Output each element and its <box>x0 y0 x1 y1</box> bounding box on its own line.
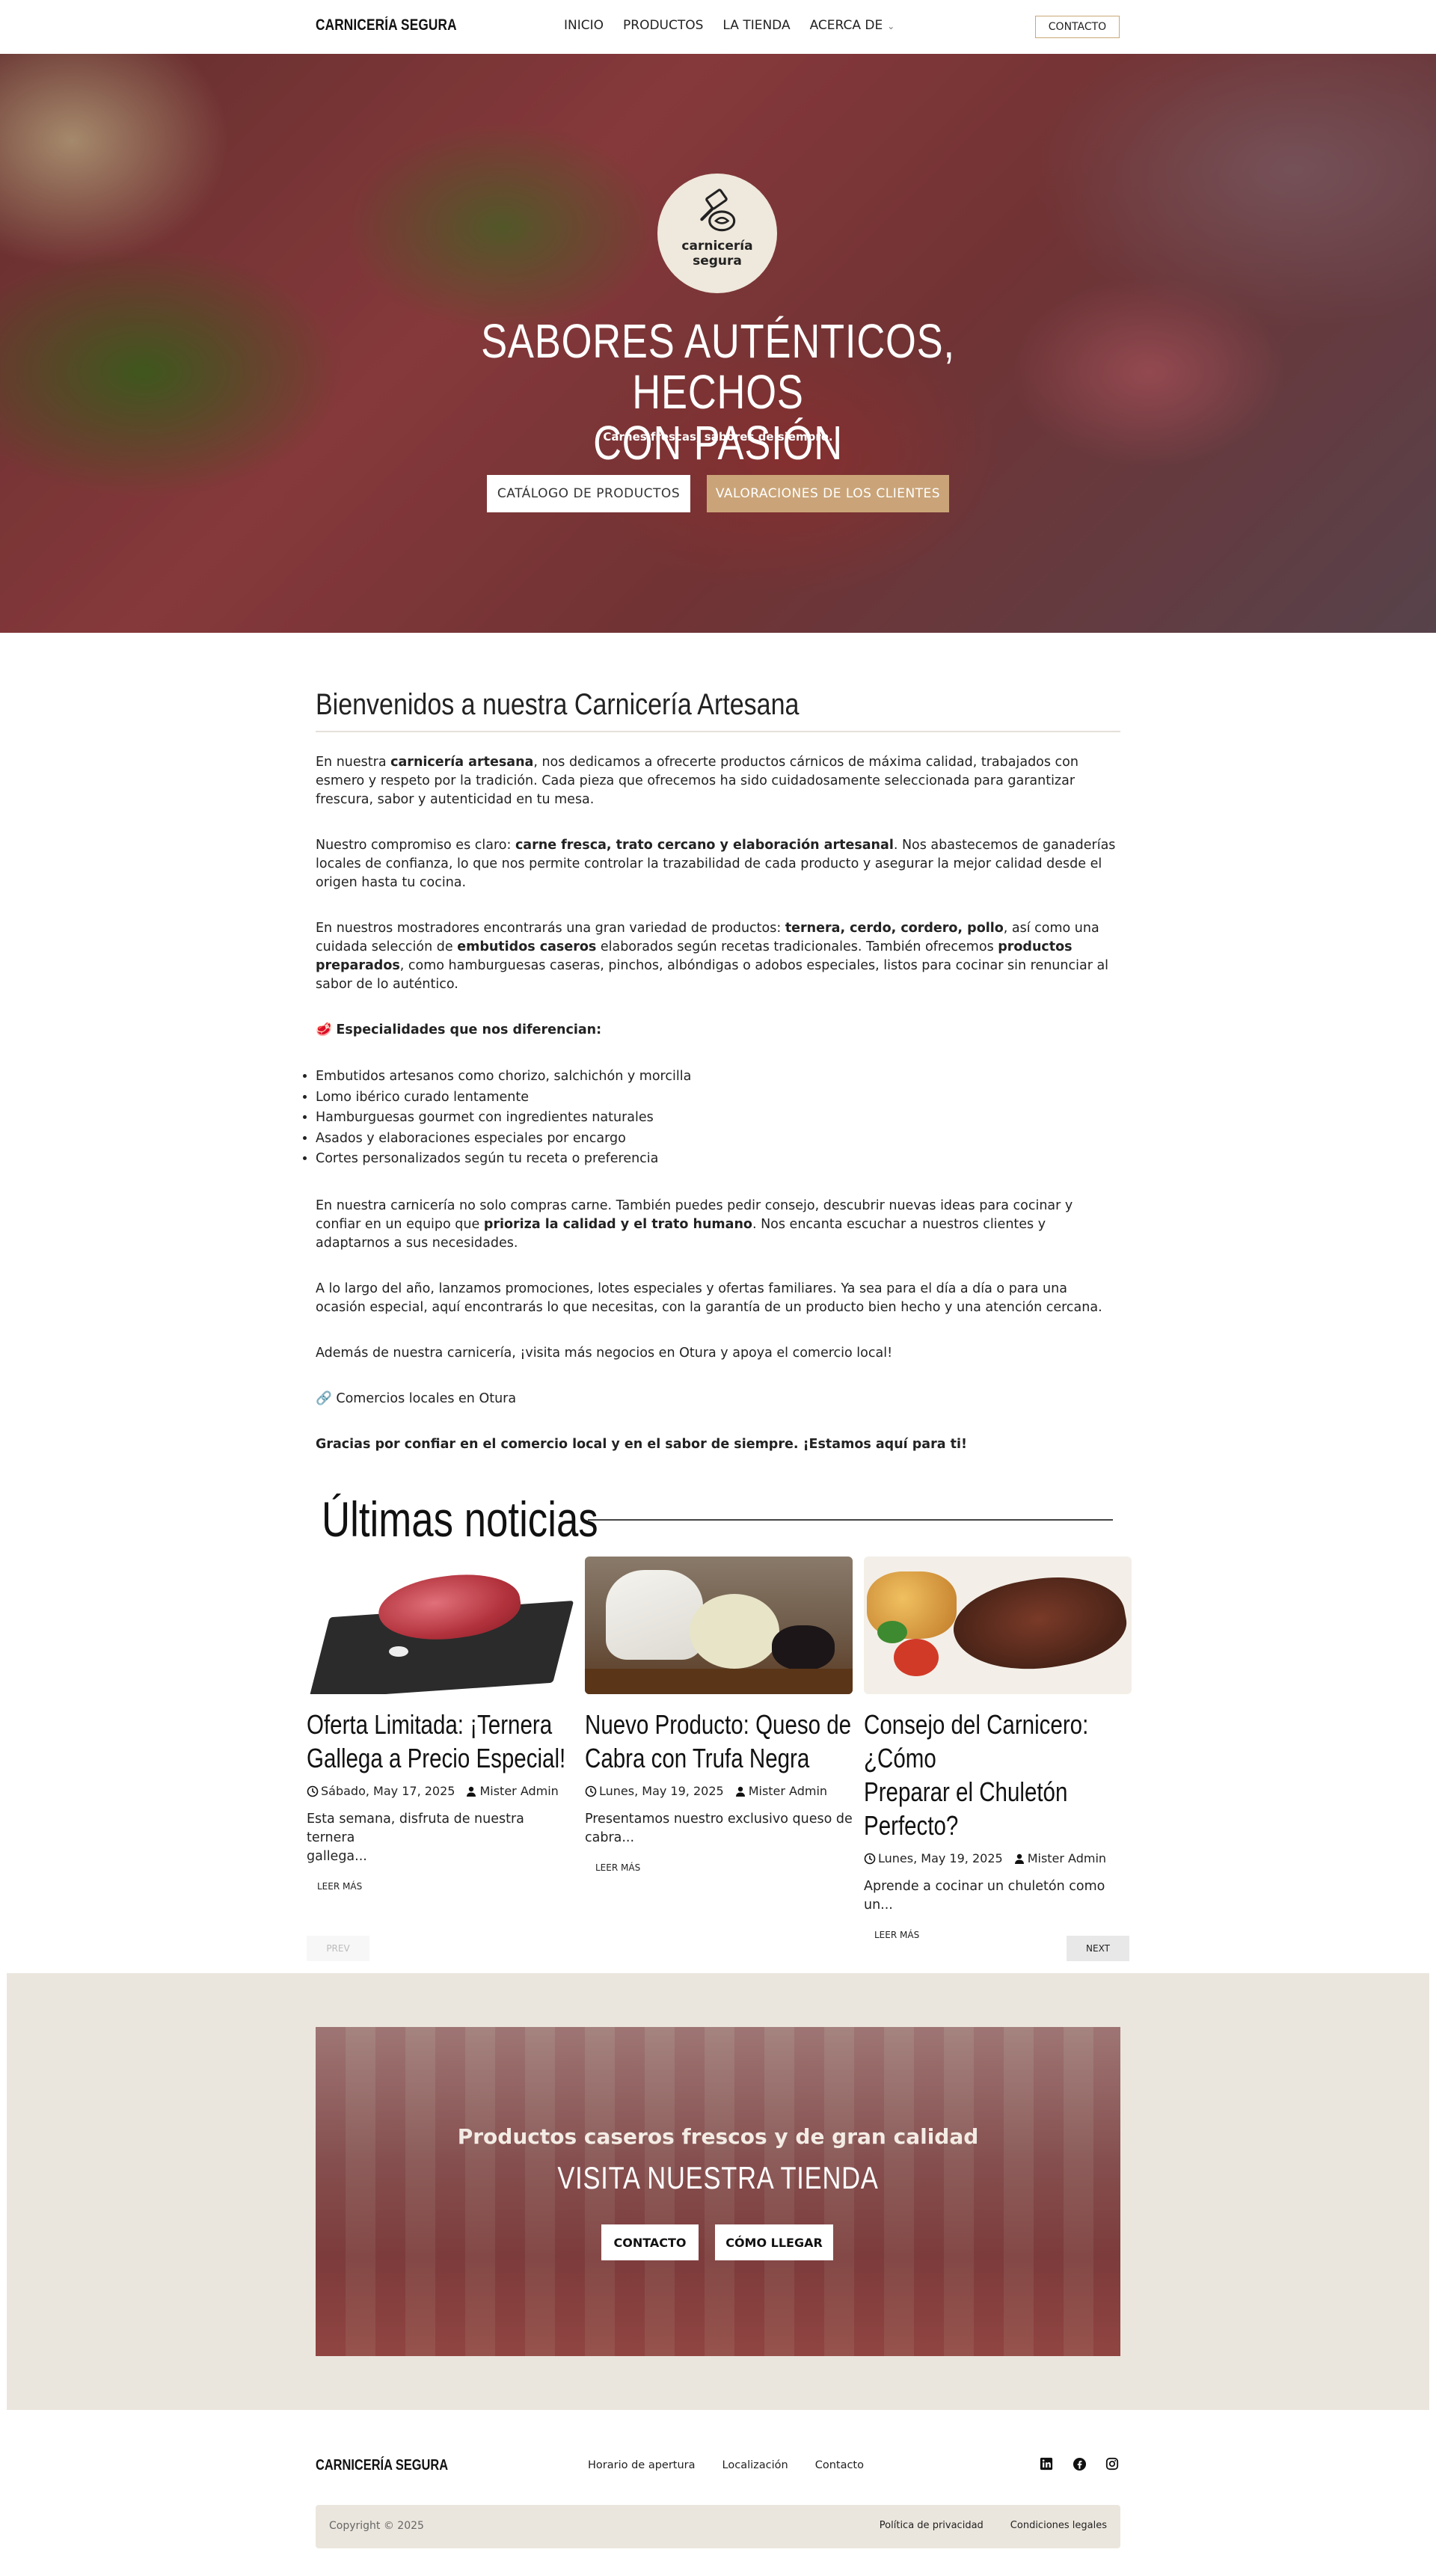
footer-link-hours[interactable]: Horario de apertura <box>588 2459 696 2471</box>
specialties-list: Embutidos artesanos como chorizo, salchi… <box>316 1067 1120 1170</box>
privacy-policy-link[interactable]: Política de privacidad <box>880 2520 984 2531</box>
link-icon: 🔗 <box>316 1390 332 1406</box>
clock-icon <box>864 1853 876 1865</box>
news-card-1[interactable]: Oferta Limitada: ¡Ternera Gallega a Preci… <box>307 1557 574 1896</box>
read-more-button[interactable]: LEER MÁS <box>585 1858 651 1877</box>
news-card-title[interactable]: Consejo del Carnicero: ¿Cómo Preparar el … <box>864 1708 1134 1842</box>
news-card-3[interactable]: Consejo del Carnicero: ¿Cómo Preparar el … <box>864 1557 1132 1945</box>
welcome-paragraph-1: En nuestra carnicería artesana, nos dedi… <box>316 755 1078 807</box>
hero-title: SABORES AUTÉNTICOS, HECHOS CON PASIÓN <box>473 316 963 468</box>
cleaver-meat-icon <box>700 188 736 232</box>
legal-links: Política de privacidad Condiciones legal… <box>880 2520 1107 2531</box>
copyright-text: Copyright © 2025 <box>329 2520 424 2532</box>
user-icon <box>467 1786 476 1797</box>
hero-banner: carnicería segura SABORES AUTÉNTICOS, HE… <box>0 54 1436 633</box>
facebook-icon[interactable] <box>1072 2456 1087 2471</box>
clock-icon <box>585 1785 597 1797</box>
footer-brand[interactable]: CARNICERÍA SEGURA <box>316 2457 448 2474</box>
site-header: CARNICERÍA SEGURA INICIO PRODUCTOS LA TI… <box>0 0 1436 54</box>
news-card-meta: Lunes, May 19, 2025 Mister Admin <box>864 1851 1132 1865</box>
list-item: Hamburguesas gourmet con ingredientes na… <box>316 1108 1120 1129</box>
read-more-button[interactable]: LEER MÁS <box>307 1877 373 1896</box>
news-card-excerpt: Aprende a cocinar un chuletón como un... <box>864 1879 1105 1913</box>
news-card-excerpt: Esta semana, disfruta de nuestra ternera… <box>307 1812 524 1864</box>
news-card-meta: Lunes, May 19, 2025 Mister Admin <box>585 1784 853 1798</box>
nav-productos[interactable]: PRODUCTOS <box>623 18 703 33</box>
brand-logo[interactable]: CARNICERÍA SEGURA <box>316 16 457 34</box>
read-more-button[interactable]: LEER MÁS <box>864 1925 930 1945</box>
nav-acerca-de[interactable]: ACERCA DE ⌄ <box>810 18 895 33</box>
news-card-date: Lunes, May 19, 2025 <box>878 1851 1003 1865</box>
news-card-date: Lunes, May 19, 2025 <box>599 1784 724 1798</box>
nav-inicio[interactable]: INICIO <box>564 18 604 33</box>
welcome-section: Bienvenidos a nuestra Carnicería Artesan… <box>316 688 1120 1481</box>
news-card-author: Mister Admin <box>479 1784 559 1798</box>
specialties-heading: 🥩 Especialidades que nos diferencian: <box>316 1022 602 1037</box>
news-card-2[interactable]: Nuevo Producto: Queso de Cabra con Trufa … <box>585 1557 853 1877</box>
main-nav: INICIO PRODUCTOS LA TIENDA ACERCA DE ⌄ <box>564 18 895 33</box>
cheese-image[interactable] <box>585 1557 853 1694</box>
welcome-divider <box>316 731 1120 732</box>
cta-banner: Productos caseros frescos y de gran cali… <box>316 2027 1120 2356</box>
news-card-author: Mister Admin <box>748 1784 828 1798</box>
news-card-meta: Sábado, May 17, 2025 Mister Admin <box>307 1784 574 1798</box>
nav-la-tienda[interactable]: LA TIENDA <box>722 18 790 33</box>
linkedin-icon[interactable] <box>1039 2456 1054 2471</box>
clock-icon <box>307 1785 319 1797</box>
catalog-button[interactable]: CATÁLOGO DE PRODUCTOS <box>487 475 690 512</box>
legal-terms-link[interactable]: Condiciones legales <box>1010 2520 1107 2531</box>
hero-subtitle: Carnes frescas, sabores de siempre. <box>603 430 833 444</box>
footer-nav: Horario de apertura Localización Contact… <box>588 2459 864 2471</box>
social-links <box>1039 2456 1120 2471</box>
hero-logo-line1: carnicería <box>681 239 753 254</box>
welcome-paragraph-6: Además de nuestra carnicería, ¡visita má… <box>316 1345 893 1361</box>
news-divider <box>588 1519 1113 1521</box>
header-contact-button[interactable]: CONTACTO <box>1035 16 1120 38</box>
nav-acerca-de-label: ACERCA DE <box>809 18 883 33</box>
hero-logo-line2: segura <box>693 254 742 269</box>
footer-link-location[interactable]: Localización <box>722 2459 788 2471</box>
user-icon <box>1014 1853 1024 1864</box>
cta-subtitle: Productos caseros frescos y de gran cali… <box>457 2124 979 2149</box>
news-card-author: Mister Admin <box>1027 1851 1107 1865</box>
list-item: Asados y elaboraciones especiales por en… <box>316 1129 1120 1150</box>
news-card-excerpt: Presentamos nuestro exclusivo queso de ca… <box>585 1812 853 1845</box>
cta-directions-button[interactable]: CÓMO LLEGAR <box>715 2224 833 2260</box>
welcome-paragraph-5: A lo largo del año, lanzamos promociones… <box>316 1281 1102 1315</box>
closing-text: Gracias por confiar en el comercio local… <box>316 1436 967 1452</box>
local-shops-link-row: 🔗 Comercios locales en Otura <box>316 1390 1120 1408</box>
news-card-title[interactable]: Nuevo Producto: Queso de Cabra con Trufa … <box>585 1708 855 1775</box>
list-item: Cortes personalizados según tu receta o … <box>316 1149 1120 1170</box>
welcome-paragraph-3: En nuestros mostradores encontrarás una … <box>316 921 1109 992</box>
news-card-date: Sábado, May 17, 2025 <box>321 1784 455 1798</box>
steak-image[interactable] <box>864 1557 1132 1694</box>
prev-page-button[interactable]: PREV <box>307 1936 369 1961</box>
news-title: Últimas noticias <box>322 1491 598 1547</box>
beef-image[interactable] <box>307 1557 574 1694</box>
local-shops-link[interactable]: Comercios locales en Otura <box>336 1391 516 1406</box>
reviews-button[interactable]: VALORACIONES DE LOS CLIENTES <box>707 475 949 512</box>
cta-title: VISITA NUESTRA TIENDA <box>557 2160 879 2195</box>
next-page-button[interactable]: NEXT <box>1067 1936 1129 1961</box>
list-item: Lomo ibérico curado lentamente <box>316 1088 1120 1108</box>
footer-bottom-bar: Copyright © 2025 Política de privacidad … <box>316 2505 1120 2548</box>
list-item: Embutidos artesanos como chorizo, salchi… <box>316 1067 1120 1088</box>
welcome-title: Bienvenidos a nuestra Carnicería Artesan… <box>316 688 800 721</box>
welcome-paragraph-4: En nuestra carnicería no solo compras ca… <box>316 1197 1073 1251</box>
welcome-paragraph-2: Nuestro compromiso es claro: carne fresc… <box>316 838 1116 890</box>
chevron-down-icon: ⌄ <box>887 21 895 31</box>
cta-contact-button[interactable]: CONTACTO <box>601 2224 699 2260</box>
user-icon <box>735 1786 745 1797</box>
hero-logo: carnicería segura <box>657 174 777 293</box>
meat-icon: 🥩 <box>316 1022 332 1037</box>
news-card-title[interactable]: Oferta Limitada: ¡Ternera Gallega a Preci… <box>307 1708 577 1775</box>
footer-link-contact[interactable]: Contacto <box>815 2459 864 2471</box>
hero-title-line1: SABORES AUTÉNTICOS, HECHOS <box>481 314 955 419</box>
instagram-icon[interactable] <box>1105 2456 1120 2471</box>
